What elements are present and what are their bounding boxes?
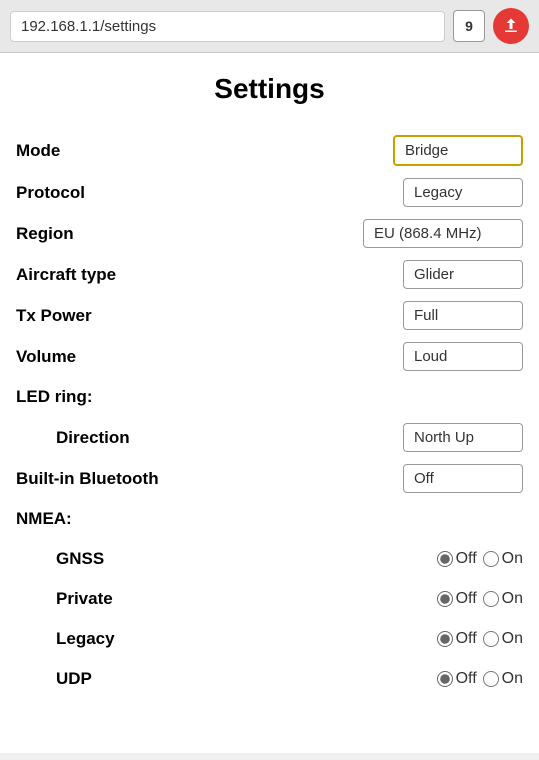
direction-select-wrapper: North Up Track Up [403,423,523,452]
mode-row: Mode Bridge Legacy Off [16,129,523,172]
udp-off-label[interactable]: Off [437,670,477,688]
settings-table: Mode Bridge Legacy Off Protocol Legacy F… [16,129,523,699]
gnss-off-radio[interactable] [437,551,453,567]
aircraft-type-select-wrapper: Glider Paraglider Hang-glider Balloon UA… [403,260,523,289]
volume-select[interactable]: Loud Medium Low Off [403,342,523,371]
tx-power-row: Tx Power Full Low Off [16,295,523,336]
udp-on-label[interactable]: On [483,670,523,688]
gnss-on-radio[interactable] [483,551,499,567]
page-title: Settings [16,73,523,105]
gnss-label: GNSS [56,549,104,569]
bluetooth-select-wrapper: Off On [403,464,523,493]
protocol-select[interactable]: Legacy FANET+ Off [403,178,523,207]
private-radio-group: Off On [437,590,523,608]
legacy-on-label[interactable]: On [483,630,523,648]
page-content: Settings Mode Bridge Legacy Off Protocol… [0,53,539,753]
led-ring-label: LED ring: [16,387,93,407]
private-off-label[interactable]: Off [437,590,477,608]
udp-on-radio[interactable] [483,671,499,687]
direction-row: Direction North Up Track Up [16,417,523,458]
nmea-label: NMEA: [16,509,72,529]
bluetooth-select[interactable]: Off On [403,464,523,493]
udp-radio-group: Off On [437,670,523,688]
legacy-radio-group: Off On [437,630,523,648]
bluetooth-row: Built-in Bluetooth Off On [16,458,523,499]
upload-icon [502,17,520,35]
aircraft-type-row: Aircraft type Glider Paraglider Hang-gli… [16,254,523,295]
private-off-radio[interactable] [437,591,453,607]
udp-off-radio[interactable] [437,671,453,687]
udp-label: UDP [56,669,92,689]
aircraft-type-select[interactable]: Glider Paraglider Hang-glider Balloon UA… [403,260,523,289]
direction-label: Direction [56,428,130,448]
protocol-select-wrapper: Legacy FANET+ Off [403,178,523,207]
legacy-off-label[interactable]: Off [437,630,477,648]
aircraft-type-label: Aircraft type [16,265,116,285]
private-label: Private [56,589,113,609]
private-on-radio[interactable] [483,591,499,607]
private-on-label[interactable]: On [483,590,523,608]
gnss-on-label[interactable]: On [483,550,523,568]
direction-select[interactable]: North Up Track Up [403,423,523,452]
browser-bar: 9 [0,0,539,53]
gnss-off-label[interactable]: Off [437,550,477,568]
protocol-label: Protocol [16,183,85,203]
gnss-radio-group: Off On [437,550,523,568]
tx-power-label: Tx Power [16,306,92,326]
private-row: Private Off On [16,579,523,619]
mode-label: Mode [16,141,60,161]
mode-select[interactable]: Bridge Legacy Off [393,135,523,166]
region-label: Region [16,224,74,244]
region-row: Region EU (868.4 MHz) US (915 MHz) AU (9… [16,213,523,254]
legacy-off-radio[interactable] [437,631,453,647]
udp-row: UDP Off On [16,659,523,699]
legacy-row: Legacy Off On [16,619,523,659]
volume-row: Volume Loud Medium Low Off [16,336,523,377]
legacy-on-radio[interactable] [483,631,499,647]
region-select[interactable]: EU (868.4 MHz) US (915 MHz) AU (917 MHz) [363,219,523,248]
legacy-label: Legacy [56,629,115,649]
region-select-wrapper: EU (868.4 MHz) US (915 MHz) AU (917 MHz) [363,219,523,248]
tx-power-select[interactable]: Full Low Off [403,301,523,330]
volume-label: Volume [16,347,76,367]
upload-button[interactable] [493,8,529,44]
tx-power-select-wrapper: Full Low Off [403,301,523,330]
mode-select-wrapper: Bridge Legacy Off [393,135,523,166]
address-bar[interactable] [10,11,445,42]
tab-count-badge[interactable]: 9 [453,10,485,42]
volume-select-wrapper: Loud Medium Low Off [403,342,523,371]
gnss-row: GNSS Off On [16,539,523,579]
bluetooth-label: Built-in Bluetooth [16,469,159,489]
protocol-row: Protocol Legacy FANET+ Off [16,172,523,213]
nmea-row: NMEA: [16,499,523,539]
led-ring-row: LED ring: [16,377,523,417]
